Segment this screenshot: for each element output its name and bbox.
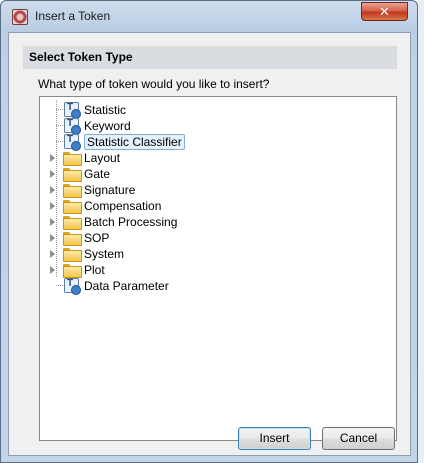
tree-item[interactable]: Gate	[40, 166, 340, 182]
expand-arrow-icon[interactable]	[50, 250, 55, 258]
token-icon	[64, 278, 81, 295]
folder-icon	[63, 152, 82, 166]
section-header-label: Select Token Type	[29, 50, 133, 64]
tree-item-label: Gate	[84, 167, 111, 181]
insert-token-dialog: Insert a Token ✕ Select Token Type What …	[0, 0, 418, 463]
tree-item-label: Signature	[84, 183, 136, 197]
cancel-button[interactable]: Cancel	[322, 427, 395, 450]
folder-icon	[63, 264, 82, 278]
expand-arrow-icon[interactable]	[50, 202, 55, 210]
folder-icon	[63, 168, 82, 182]
tree-item-label: SOP	[84, 231, 110, 245]
tree-item[interactable]: Layout	[40, 150, 340, 166]
expand-arrow-icon[interactable]	[50, 234, 55, 242]
expand-arrow-icon[interactable]	[50, 154, 55, 162]
window-title: Insert a Token	[35, 9, 111, 23]
tree-item-label: System	[84, 247, 125, 261]
expand-arrow-icon[interactable]	[50, 170, 55, 178]
section-header: Select Token Type	[23, 46, 397, 69]
app-icon	[12, 9, 28, 25]
folder-icon	[63, 200, 82, 214]
tree-item-label: Statistic Classifier	[84, 134, 185, 150]
tree-item[interactable]: Compensation	[40, 198, 340, 214]
dialog-client-area: Select Token Type What type of token wou…	[8, 32, 411, 456]
tree-item[interactable]: Statistic	[40, 102, 340, 119]
tree-item-label: Plot	[84, 263, 105, 277]
folder-icon	[63, 232, 82, 246]
close-button[interactable]: ✕	[361, 2, 408, 21]
expand-arrow-icon[interactable]	[50, 186, 55, 194]
tree-item-label: Batch Processing	[84, 215, 178, 229]
token-icon	[64, 118, 81, 135]
token-icon	[64, 134, 81, 151]
token-icon	[64, 102, 81, 119]
folder-icon	[63, 216, 82, 230]
close-icon: ✕	[379, 4, 390, 19]
tree-item[interactable]: Data Parameter	[40, 278, 340, 295]
title-bar[interactable]: Insert a Token ✕	[1, 1, 417, 31]
insert-button[interactable]: Insert	[238, 427, 311, 450]
tree-item[interactable]: Plot	[40, 262, 340, 278]
tree-item-label: Layout	[84, 151, 121, 165]
tree-item-label: Compensation	[84, 199, 162, 213]
tree-item[interactable]: System	[40, 246, 340, 262]
tree-item[interactable]: Batch Processing	[40, 214, 340, 230]
expand-arrow-icon[interactable]	[50, 266, 55, 274]
expand-arrow-icon[interactable]	[50, 218, 55, 226]
background-strip	[418, 0, 424, 463]
tree-item[interactable]: SOP	[40, 230, 340, 246]
tree-item[interactable]: Statistic Classifier	[40, 134, 340, 151]
prompt-text: What type of token would you like to ins…	[38, 77, 270, 91]
tree-item-label: Keyword	[84, 119, 131, 133]
tree-item-label: Data Parameter	[84, 279, 169, 293]
token-type-tree[interactable]: Statistic KeywordStatistic ClassifierLayo…	[39, 96, 397, 441]
tree-item[interactable]: Signature	[40, 182, 340, 198]
folder-icon	[63, 248, 82, 262]
tree-item-label: Statistic	[84, 103, 127, 117]
tree-item[interactable]: Keyword	[40, 118, 340, 135]
folder-icon	[63, 184, 82, 198]
